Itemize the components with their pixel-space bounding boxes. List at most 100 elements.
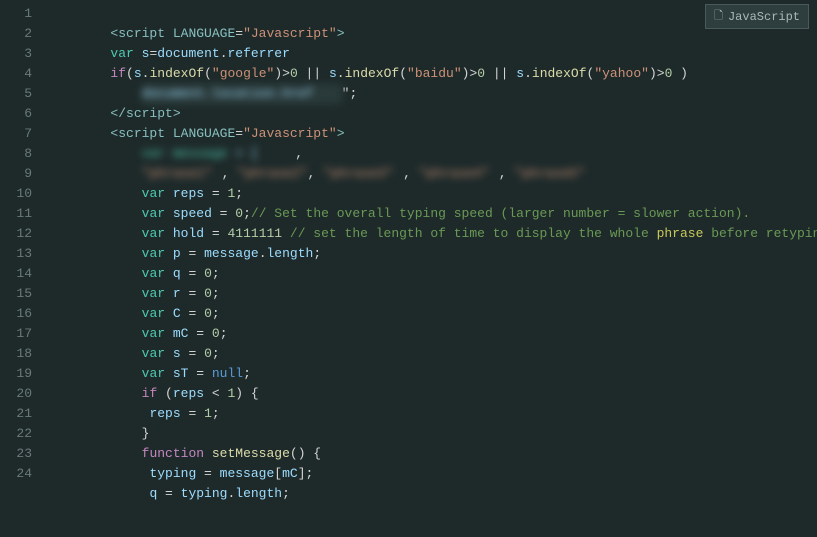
length-12: length bbox=[267, 246, 314, 261]
semi-16: ; bbox=[220, 326, 228, 341]
indent-22 bbox=[110, 446, 141, 461]
dot2: . bbox=[220, 46, 228, 61]
varname-sT: sT bbox=[173, 366, 189, 381]
space-7 bbox=[227, 146, 235, 161]
blurred-8b: "phrase2" bbox=[237, 164, 307, 184]
semi-17: ; bbox=[212, 346, 220, 361]
s-3b: s bbox=[329, 66, 337, 81]
num-20: 1 bbox=[204, 406, 212, 421]
varname-r: r bbox=[173, 286, 181, 301]
str-baidu: "baidu" bbox=[407, 66, 462, 81]
kw-var-15: var bbox=[142, 306, 173, 321]
tag-close-6: > bbox=[337, 126, 345, 141]
kw-var-13: var bbox=[142, 266, 173, 281]
code-line-1: <script LANGUAGE="Javascript"> bbox=[48, 4, 817, 24]
indent-24 bbox=[110, 486, 149, 501]
line-num-4: 4 bbox=[0, 64, 32, 84]
space-22 bbox=[204, 446, 212, 461]
comma-7: , bbox=[295, 146, 303, 161]
paren-3a: ( bbox=[126, 66, 134, 81]
indent-20 bbox=[110, 406, 149, 421]
varname-reps: reps bbox=[173, 186, 204, 201]
eq-11: = bbox=[204, 226, 227, 241]
varname-p: p bbox=[173, 246, 181, 261]
indent-21 bbox=[110, 426, 141, 441]
paren-19b: ) { bbox=[235, 386, 258, 401]
kw-if-3: if bbox=[110, 66, 126, 81]
paren-3c: ) bbox=[274, 66, 282, 81]
comma-8a: , bbox=[222, 166, 238, 181]
title-label: JavaScript bbox=[728, 10, 800, 24]
eq-13: = bbox=[181, 266, 204, 281]
typing-24: typing bbox=[181, 486, 228, 501]
s-3a: s bbox=[134, 66, 142, 81]
eq-9: = bbox=[204, 186, 227, 201]
blurred-8d: "phrase4" bbox=[419, 164, 499, 184]
bracket-23b: ] bbox=[298, 466, 306, 481]
comment-10: // Set the overall typing speed (larger … bbox=[251, 206, 750, 221]
title-bar: 🗋 JavaScript bbox=[705, 4, 809, 29]
indent-10 bbox=[110, 206, 141, 221]
paren-22: () { bbox=[290, 446, 321, 461]
indent-4 bbox=[110, 86, 141, 101]
kw-var-16: var bbox=[142, 326, 173, 341]
eq-12: = bbox=[181, 246, 204, 261]
line-num-16: 16 bbox=[0, 304, 32, 324]
op-3c: > bbox=[657, 66, 665, 81]
null-18: null bbox=[212, 366, 243, 381]
line-numbers: 1 2 3 4 5 6 7 8 9 10 11 12 13 14 15 16 1… bbox=[0, 0, 40, 537]
typing-23: typing bbox=[149, 466, 196, 481]
eq-18: = bbox=[188, 366, 211, 381]
dot-3c: . bbox=[524, 66, 532, 81]
indent-14 bbox=[110, 286, 141, 301]
eq-24: = bbox=[157, 486, 180, 501]
bracket-23a: [ bbox=[274, 466, 282, 481]
semi-4: "; bbox=[342, 86, 358, 101]
paren-3g: ) bbox=[649, 66, 657, 81]
line-num-6: 6 bbox=[0, 104, 32, 124]
indent-8 bbox=[110, 166, 141, 181]
num-3a: 0 bbox=[290, 66, 298, 81]
line-num-14: 14 bbox=[0, 264, 32, 284]
blurred-8e: "phrase5" bbox=[514, 164, 634, 184]
indexof-3a: indexOf bbox=[149, 66, 204, 81]
comma-8c: , bbox=[403, 166, 419, 181]
semi-14: ; bbox=[212, 286, 220, 301]
indent-11 bbox=[110, 226, 141, 241]
code-content[interactable]: <script LANGUAGE="Javascript"> var s = doc… bbox=[40, 0, 817, 537]
blurred-8c: "phrase3" bbox=[323, 164, 403, 184]
semi-20: ; bbox=[212, 406, 220, 421]
line-num-24: 24 bbox=[0, 464, 32, 484]
semi-23: ; bbox=[306, 466, 314, 481]
dot-3b: . bbox=[337, 66, 345, 81]
paren-3b: ( bbox=[204, 66, 212, 81]
kw-var-18: var bbox=[142, 366, 173, 381]
varname-hold: hold bbox=[173, 226, 204, 241]
indent-9 bbox=[110, 186, 141, 201]
s-3c: s bbox=[516, 66, 524, 81]
str-javascript-6: "Javascript" bbox=[243, 126, 337, 141]
semi-24: ; bbox=[282, 486, 290, 501]
line-num-22: 22 bbox=[0, 424, 32, 444]
reps-19: reps bbox=[173, 386, 204, 401]
num-15: 0 bbox=[204, 306, 212, 321]
semi-18: ; bbox=[243, 366, 251, 381]
paren-3d: ( bbox=[399, 66, 407, 81]
doc-ref: document bbox=[157, 46, 219, 61]
close-script-5: </script> bbox=[110, 106, 180, 121]
indent-12 bbox=[110, 246, 141, 261]
num-16: 0 bbox=[212, 326, 220, 341]
attr-language: LANGUAGE bbox=[173, 26, 235, 41]
kw-if-19: if bbox=[142, 386, 158, 401]
semi-9: ; bbox=[235, 186, 243, 201]
comment-11: // set the length of time to display the… bbox=[290, 226, 817, 241]
num-11: 4111111 bbox=[227, 226, 282, 241]
line-num-23: 23 bbox=[0, 444, 32, 464]
semi-12: ; bbox=[313, 246, 321, 261]
line-num-11: 11 bbox=[0, 204, 32, 224]
brace-21: } bbox=[142, 426, 150, 441]
blurred-7a: var message bbox=[142, 144, 228, 164]
varname-s-17: s bbox=[173, 346, 181, 361]
line-num-13: 13 bbox=[0, 244, 32, 264]
kw-var-9: var bbox=[142, 186, 173, 201]
